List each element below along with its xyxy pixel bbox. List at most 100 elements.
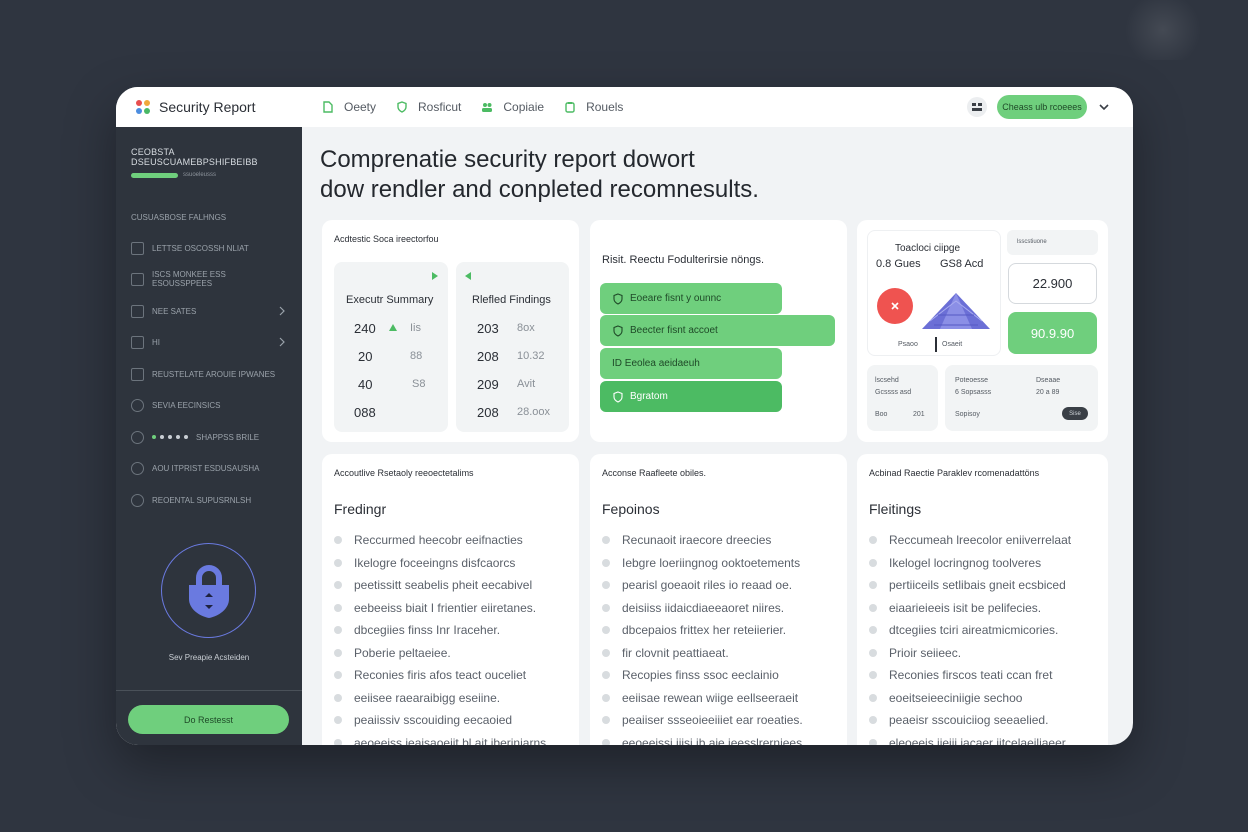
metric-unit: 88	[410, 350, 423, 362]
shield-check-icon	[613, 390, 623, 403]
risk-pill[interactable]: Bgratom	[600, 381, 782, 412]
top-bar: Security Report Oeety Rosficut Copiaie R…	[116, 87, 1133, 127]
tile-line: 6 Sopsasss	[955, 389, 992, 396]
tab-rouels[interactable]: Rouels	[564, 100, 623, 114]
checkbox[interactable]	[131, 272, 144, 286]
sidebar-progress-bar	[131, 173, 178, 178]
lock-badge	[161, 543, 256, 638]
brand[interactable]: Security Report	[116, 87, 302, 127]
chevron-down-icon[interactable]	[1097, 100, 1111, 114]
metric-unit: 10.32	[517, 350, 545, 362]
list-item: deisiiss iidaicdiaeeaoret niires.	[602, 600, 805, 623]
sidebar-item[interactable]: SEVIA EECINSICS	[131, 398, 286, 412]
metric-value: 40	[358, 377, 373, 392]
sidebar-item[interactable]: AOU ITPRIST ESDUSAUSHA	[131, 461, 286, 475]
shield-icon	[397, 101, 407, 113]
chart-right-label: Osaeit	[942, 341, 963, 348]
checkbox[interactable]	[131, 304, 144, 318]
list-item: Ikelogel locringnog toolveres	[869, 555, 1071, 578]
sidebar-item[interactable]: SHAPPSS BRILE	[131, 430, 286, 444]
stat-b: GS8 Acd	[940, 258, 984, 270]
step-dots	[152, 435, 188, 439]
stat-tile: Poteoesse 6 Sopsasss Sopisoy Dseaae 20 a…	[945, 365, 1098, 431]
list-item: dbcegiies finss Inr Iraceher.	[334, 622, 549, 645]
list-item: Reconies firis afos teact ouceliet	[334, 667, 549, 690]
list-item: fir clovnit peattiaeat.	[602, 645, 805, 668]
status-badge[interactable]: Sise	[1062, 407, 1088, 420]
value-secondary: 90.9.90	[1008, 312, 1097, 354]
sidebar-progress-label: ssuoeleusss	[183, 172, 217, 178]
sidebar-item[interactable]: REOENTAL SUPUSRNLSH	[131, 493, 286, 507]
list-item: peaiiser ssseoieeiiiet ear roeaties.	[602, 712, 805, 735]
mini-label-tag: lsscstiuone	[1007, 230, 1098, 255]
findings-card: Accoutlive Rsetaoly reeoectetalims Fredi…	[322, 454, 579, 745]
nav-tabs: Oeety Rosficut Copiaie Rouels	[322, 87, 623, 127]
list-item: dtcegiies tciri aireatmicmicories.	[869, 622, 1071, 645]
sidebar-item[interactable]: HI	[131, 335, 286, 349]
radio-button[interactable]	[131, 493, 144, 507]
tile-line: Gcssss asd	[875, 389, 912, 396]
list-item: pearisl goeaoit riles io reaad oe.	[602, 577, 805, 600]
sidebar-item[interactable]: REUSTELATE AROUIE IPWANES	[131, 367, 286, 381]
metric-unit: Iis	[410, 322, 421, 334]
stat-tile: lscsehd Gcssss asd Boo 201	[867, 365, 938, 431]
tile-line: 201	[913, 411, 925, 418]
sidebar: CEOBSTA DSEUSCUAMEBPSHIFBEIBB ssuoeleuss…	[116, 127, 302, 745]
metric-unit: Avit	[517, 378, 536, 390]
checkbox[interactable]	[131, 367, 144, 381]
risk-pill[interactable]: ID Eeolea aeidaeuh	[600, 348, 782, 379]
tab-label: Copiaie	[503, 100, 545, 114]
stat-a: 0.8 Gues	[876, 258, 921, 270]
findings-list: Recunaoit iraecore dreecies Iebgre loeri…	[602, 532, 805, 745]
radio-button[interactable]	[131, 461, 144, 475]
headline-line-2: dow rendler and conpleted recomnesults.	[320, 176, 759, 203]
metric-unit: 8ox	[517, 322, 535, 334]
list-item: pertiiceils setlibais gneit ecsbiced	[869, 577, 1071, 600]
metric-value: 208	[477, 349, 499, 364]
play-left-icon	[465, 272, 471, 280]
sidebar-item[interactable]: LETTSE OSCOSSH NLIAT	[131, 241, 286, 255]
card-heading: Fleitings	[869, 501, 922, 517]
card-title: Acdtestic Soca ireectorfou	[334, 234, 439, 244]
sidebar-item[interactable]: NEE SATES	[131, 304, 286, 318]
panel-title: Toacloci ciipge	[895, 243, 961, 254]
card-subtitle: Acconse Raafleete obiles.	[602, 468, 707, 478]
tab-rosficut[interactable]: Rosficut	[396, 100, 461, 114]
risk-pill[interactable]: Eoeare fisnt y ounnc	[600, 283, 782, 314]
shield-check-icon	[613, 324, 623, 337]
metric-value: 088	[354, 405, 376, 420]
panel-title: Executr Summary	[346, 294, 434, 306]
list-item: peaeisr sscouiciiog seeaelied.	[869, 712, 1071, 735]
list-item: eoeitseieeciniigie sechoo	[869, 690, 1071, 713]
sidebar-item[interactable]: ISCS MONKEE ESS ESOUSSPPEES	[131, 270, 286, 288]
grid-icon[interactable]	[967, 97, 987, 117]
tab-copiaie[interactable]: Copiaie	[481, 100, 544, 114]
sidebar-action-button[interactable]: Do Restesst	[128, 705, 289, 734]
tab-oeety[interactable]: Oeety	[322, 100, 376, 114]
checkbox[interactable]	[131, 241, 144, 255]
list-item: peaiissiv sscouiding eecaoied	[334, 712, 549, 735]
checkbox[interactable]	[131, 335, 144, 349]
sidebar-item-label: LETTSE OSCOSSH NLIAT	[152, 243, 249, 253]
metric-value: 209	[477, 377, 499, 392]
shield-check-icon	[613, 292, 623, 305]
radio-button[interactable]	[131, 430, 144, 444]
metric-unit: S8	[412, 378, 426, 390]
card-heading: Fredingr	[334, 501, 387, 517]
card-subtitle: Acbinad Raectie Paraklev rcomenadattöns	[869, 468, 1040, 478]
radio-button[interactable]	[131, 398, 144, 412]
up-triangle-icon	[389, 324, 397, 331]
pill-label: ID Eeolea aeidaeuh	[612, 358, 700, 369]
tab-label: Rouels	[586, 100, 624, 114]
tile-line: Sopisoy	[955, 411, 980, 418]
list-item: Recunaoit iraecore dreecies	[602, 532, 805, 555]
lock-icon	[188, 564, 229, 618]
header-action-button[interactable]: Cheass ulb rcoeees	[997, 95, 1087, 119]
sidebar-item-label: HI	[152, 337, 160, 347]
play-icon	[432, 272, 438, 280]
risk-pill[interactable]: Beecter fisnt accoet	[600, 315, 835, 346]
list-item: dbcepaios frittex her reteiierier.	[602, 622, 805, 645]
findings-panel: Rlefled Findings 203 8ox 208 10.32 209 A…	[456, 262, 569, 432]
metric-value: 20	[358, 349, 373, 364]
list-item: eeoeeissi iiisi ib aie ieesslrerniees.	[602, 735, 805, 745]
